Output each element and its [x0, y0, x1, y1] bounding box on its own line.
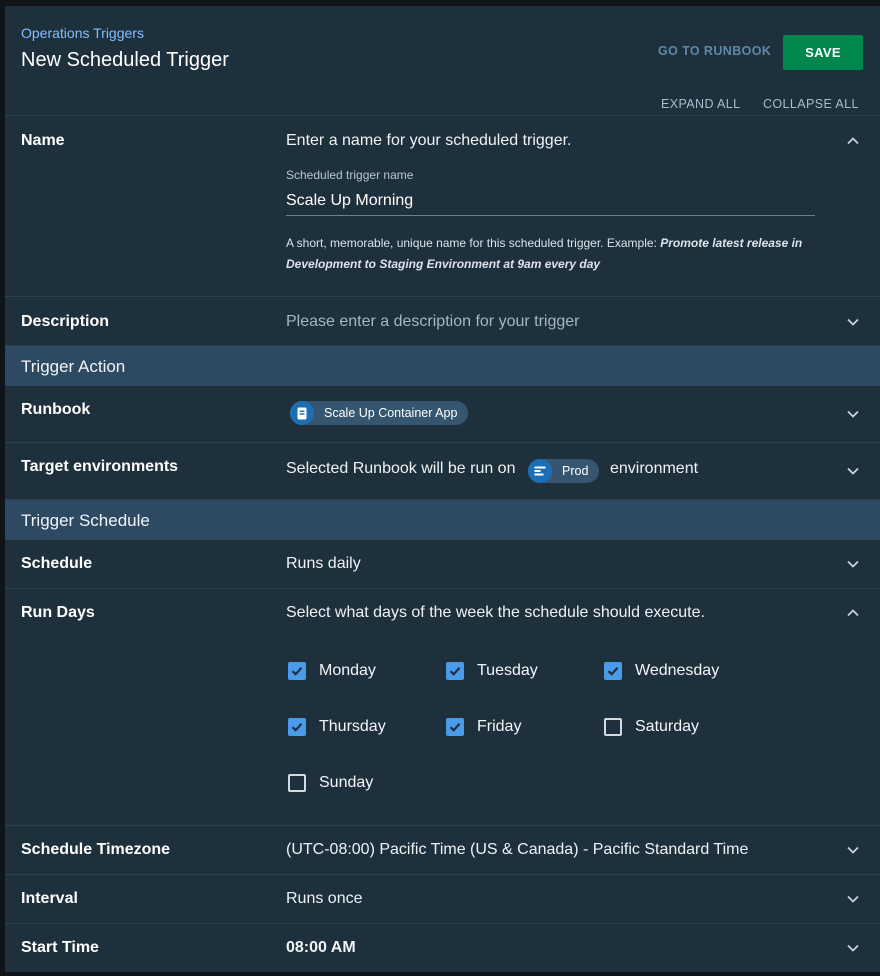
checkbox-wednesday[interactable] [604, 662, 622, 680]
description-row[interactable]: Description Please enter a description f… [5, 297, 880, 346]
start-time-row[interactable]: Start Time 08:00 AM [5, 924, 880, 972]
start-time-label: Start Time [21, 939, 99, 956]
checkbox-saturday[interactable] [604, 718, 622, 736]
trigger-schedule-heading: Trigger Schedule [21, 511, 150, 530]
go-to-runbook-link[interactable]: GO TO RUNBOOK [658, 44, 771, 58]
trigger-name-input[interactable] [286, 186, 815, 216]
day-saturday[interactable]: Saturday [604, 716, 754, 738]
chevron-down-icon[interactable] [846, 407, 860, 421]
chevron-up-icon[interactable] [846, 134, 860, 148]
run-days-summary: Select what days of the week the schedul… [286, 604, 705, 621]
description-label: Description [21, 313, 110, 330]
chevron-down-icon[interactable] [846, 557, 860, 571]
breadcrumb-operations-triggers[interactable]: Operations Triggers [21, 25, 144, 41]
interval-value: Runs once [286, 890, 363, 907]
runbook-chip[interactable]: Scale Up Container App [290, 401, 469, 425]
trigger-action-heading: Trigger Action [21, 357, 126, 376]
day-friday[interactable]: Friday [446, 716, 596, 738]
name-summary: Enter a name for your scheduled trigger. [286, 132, 572, 149]
chevron-down-icon[interactable] [846, 464, 860, 478]
save-button[interactable]: SAVE [783, 35, 863, 70]
target-suffix-text: environment [610, 460, 699, 477]
schedule-timezone-label: Schedule Timezone [21, 841, 171, 858]
interval-label: Interval [21, 890, 78, 907]
checkbox-tuesday[interactable] [446, 662, 464, 680]
chevron-down-icon[interactable] [846, 315, 860, 329]
target-environments-label: Target environments [21, 458, 179, 475]
chevron-down-icon[interactable] [846, 892, 860, 906]
environment-icon [528, 459, 552, 483]
expand-all-link[interactable]: EXPAND ALL [661, 97, 741, 111]
runbook-name: Scale Up Container App [324, 406, 458, 420]
schedule-timezone-value: (UTC-08:00) Pacific Time (US & Canada) -… [286, 841, 749, 858]
checkbox-thursday[interactable] [288, 718, 306, 736]
description-placeholder: Please enter a description for your trig… [286, 313, 580, 330]
day-thursday[interactable]: Thursday [288, 716, 438, 738]
name-field-label: Scheduled trigger name [286, 168, 414, 182]
environment-chip[interactable]: Prod [528, 459, 600, 483]
target-environments-row[interactable]: Target environments Selected Runbook wil… [5, 443, 880, 500]
name-label: Name [21, 132, 65, 149]
runbook-label: Runbook [21, 401, 91, 418]
name-hint: A short, memorable, unique name for this… [286, 236, 803, 271]
scheduled-trigger-panel: Operations Triggers New Scheduled Trigge… [5, 6, 880, 972]
schedule-value: Runs daily [286, 555, 361, 572]
start-time-value: 08:00 AM [286, 939, 356, 956]
runbook-row[interactable]: Runbook Scale Up Container App [5, 386, 880, 443]
environment-name: Prod [562, 464, 589, 478]
page-header: Operations Triggers New Scheduled Trigge… [5, 6, 880, 116]
chevron-down-icon[interactable] [846, 843, 860, 857]
name-row: Name Enter a name for your scheduled tri… [5, 116, 880, 297]
trigger-action-section-header: Trigger Action [5, 346, 880, 386]
chevron-down-icon[interactable] [846, 941, 860, 955]
collapse-all-link[interactable]: COLLAPSE ALL [763, 97, 859, 111]
checkbox-friday[interactable] [446, 718, 464, 736]
day-monday[interactable]: Monday [288, 660, 438, 682]
schedule-label: Schedule [21, 555, 93, 572]
run-days-row: Run Days Select what days of the week th… [5, 589, 880, 826]
page-title: New Scheduled Trigger [21, 49, 229, 71]
day-tuesday[interactable]: Tuesday [446, 660, 596, 682]
interval-row[interactable]: Interval Runs once [5, 875, 880, 924]
runbook-icon [290, 401, 314, 425]
trigger-schedule-section-header: Trigger Schedule [5, 500, 880, 540]
schedule-row[interactable]: Schedule Runs daily [5, 540, 880, 589]
chevron-up-icon[interactable] [846, 606, 860, 620]
day-wednesday[interactable]: Wednesday [604, 660, 754, 682]
schedule-timezone-row[interactable]: Schedule Timezone (UTC-08:00) Pacific Ti… [5, 826, 880, 875]
target-prefix-text: Selected Runbook will be run on [286, 460, 516, 477]
checkbox-sunday[interactable] [288, 774, 306, 792]
day-sunday[interactable]: Sunday [288, 772, 438, 794]
checkbox-monday[interactable] [288, 662, 306, 680]
run-days-label: Run Days [21, 604, 95, 621]
